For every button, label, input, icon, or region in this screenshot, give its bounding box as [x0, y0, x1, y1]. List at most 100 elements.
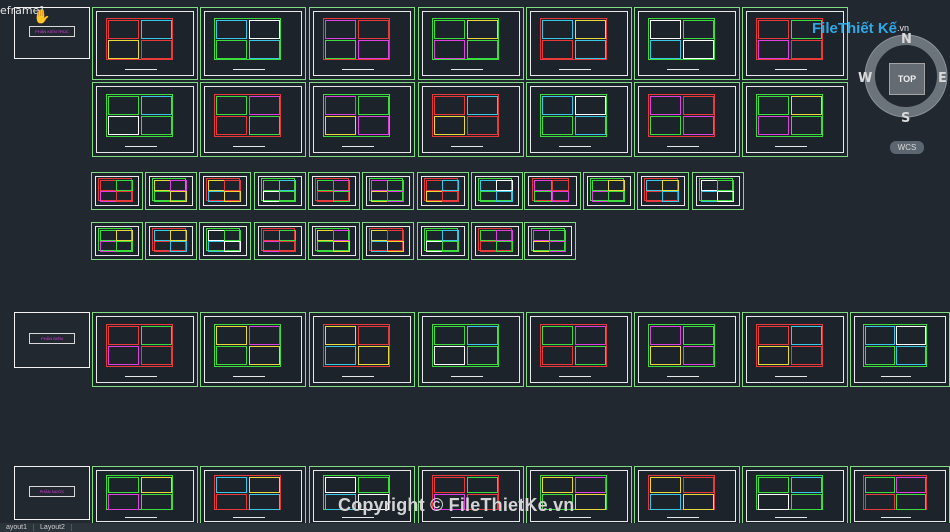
room-outline — [865, 477, 895, 494]
room-outline — [466, 40, 499, 60]
drawing-sheet[interactable] — [309, 312, 415, 387]
layout-tab-1[interactable]: ayout1 — [0, 524, 35, 531]
drawing-sheet[interactable] — [254, 172, 306, 210]
room-outline — [442, 190, 459, 202]
room-outline — [549, 230, 566, 242]
sheet-title-strip — [215, 204, 232, 206]
drawing-sheet[interactable] — [418, 7, 524, 80]
drawing-sheet[interactable] — [850, 466, 950, 526]
sheet-title-strip — [324, 254, 341, 256]
drawing-sheet[interactable] — [418, 312, 524, 387]
sheet-title-strip — [881, 517, 911, 519]
drawing-sheet[interactable] — [634, 312, 740, 387]
drawing-sheet[interactable] — [200, 466, 306, 526]
room-outline — [333, 190, 350, 202]
drawing-sheet[interactable] — [200, 7, 306, 80]
drawing-sheet[interactable] — [417, 222, 469, 260]
room-outline — [480, 190, 497, 202]
room-outline — [170, 190, 187, 202]
drawing-sheet[interactable] — [471, 172, 523, 210]
title-block-electrical[interactable]: PHẦN ĐIỆN — [14, 312, 90, 368]
drawing-sheet[interactable] — [362, 172, 414, 210]
room-outline — [757, 325, 790, 345]
title-block-plumbing[interactable]: PHẦN NƯỚC — [14, 466, 90, 520]
drawing-sheet[interactable] — [308, 172, 360, 210]
drawing-sheet[interactable] — [92, 312, 198, 387]
drawing-sheet[interactable] — [199, 222, 251, 260]
drawing-sheet[interactable] — [254, 222, 306, 260]
room-outline — [426, 180, 443, 192]
drawing-sheet[interactable] — [309, 7, 415, 80]
drawing-sheet[interactable] — [417, 172, 469, 210]
drawing-sheet[interactable] — [526, 7, 632, 80]
compass-east[interactable]: E — [938, 71, 947, 86]
drawing-sheet[interactable] — [145, 172, 197, 210]
room-outline — [107, 325, 140, 345]
ucs-menu-button[interactable]: WCS — [890, 141, 924, 154]
room-outline — [592, 190, 609, 202]
room-outline — [140, 477, 173, 494]
drawing-sheet[interactable] — [634, 82, 740, 157]
room-outline — [682, 95, 715, 115]
drawing-sheet[interactable] — [524, 222, 576, 260]
drawing-sheet[interactable] — [91, 222, 143, 260]
drawing-sheet[interactable] — [850, 312, 950, 387]
drawing-sheet[interactable] — [145, 222, 197, 260]
room-outline — [466, 95, 499, 115]
room-outline — [541, 346, 574, 366]
drawing-sheet[interactable] — [526, 82, 632, 157]
viewcube-top[interactable]: TOP — [889, 63, 925, 95]
room-outline — [757, 40, 790, 60]
room-outline — [357, 20, 390, 40]
drawing-sheet[interactable] — [637, 172, 689, 210]
drawing-sheet[interactable] — [92, 82, 198, 157]
drawing-sheet[interactable] — [91, 172, 143, 210]
room-outline — [646, 180, 663, 192]
room-outline — [357, 40, 390, 60]
room-outline — [533, 180, 552, 192]
drawing-sheet[interactable] — [471, 222, 523, 260]
drawing-sheet[interactable] — [199, 172, 251, 210]
drawing-sheet[interactable] — [308, 222, 360, 260]
sheet-title-strip — [542, 204, 560, 206]
room-outline — [170, 230, 187, 242]
room-outline — [154, 230, 171, 242]
room-outline — [208, 180, 225, 192]
drawing-sheet[interactable] — [418, 82, 524, 157]
drawing-sheet[interactable] — [634, 7, 740, 80]
drawing-sheet[interactable] — [583, 172, 635, 210]
room-outline — [790, 116, 823, 136]
drawing-sheet[interactable] — [742, 312, 848, 387]
room-outline — [107, 116, 140, 136]
drawing-sheet[interactable] — [309, 82, 415, 157]
room-outline — [215, 116, 248, 136]
drawing-sheet[interactable] — [200, 82, 306, 157]
room-outline — [682, 477, 715, 494]
compass-west[interactable]: W — [858, 71, 872, 86]
room-outline — [896, 325, 926, 345]
drawing-sheet[interactable] — [692, 172, 744, 210]
drawing-sheet[interactable] — [362, 222, 414, 260]
sheet-title-strip — [341, 517, 374, 519]
drawing-sheet[interactable] — [634, 466, 740, 526]
drawing-sheet[interactable] — [742, 82, 848, 157]
drawing-sheet[interactable] — [526, 312, 632, 387]
sheet-title-strip — [487, 204, 504, 206]
room-outline — [649, 346, 682, 366]
drawing-sheet[interactable] — [92, 466, 198, 526]
drawing-sheet[interactable] — [92, 7, 198, 80]
room-outline — [333, 230, 350, 242]
room-outline — [541, 20, 574, 40]
room-outline — [896, 477, 926, 494]
room-outline — [466, 116, 499, 136]
room-outline — [357, 95, 390, 115]
layout-tab-2[interactable]: Layout2 — [34, 524, 72, 531]
compass-south[interactable]: S — [901, 111, 910, 126]
room-outline — [433, 477, 466, 494]
drawing-sheet[interactable] — [524, 172, 581, 210]
sheet-title-strip — [161, 204, 178, 206]
drawing-sheet[interactable] — [742, 466, 848, 526]
title-block-architecture[interactable]: PHẦN KIẾN TRÚC — [14, 7, 90, 59]
room-outline — [533, 190, 552, 202]
drawing-sheet[interactable] — [200, 312, 306, 387]
